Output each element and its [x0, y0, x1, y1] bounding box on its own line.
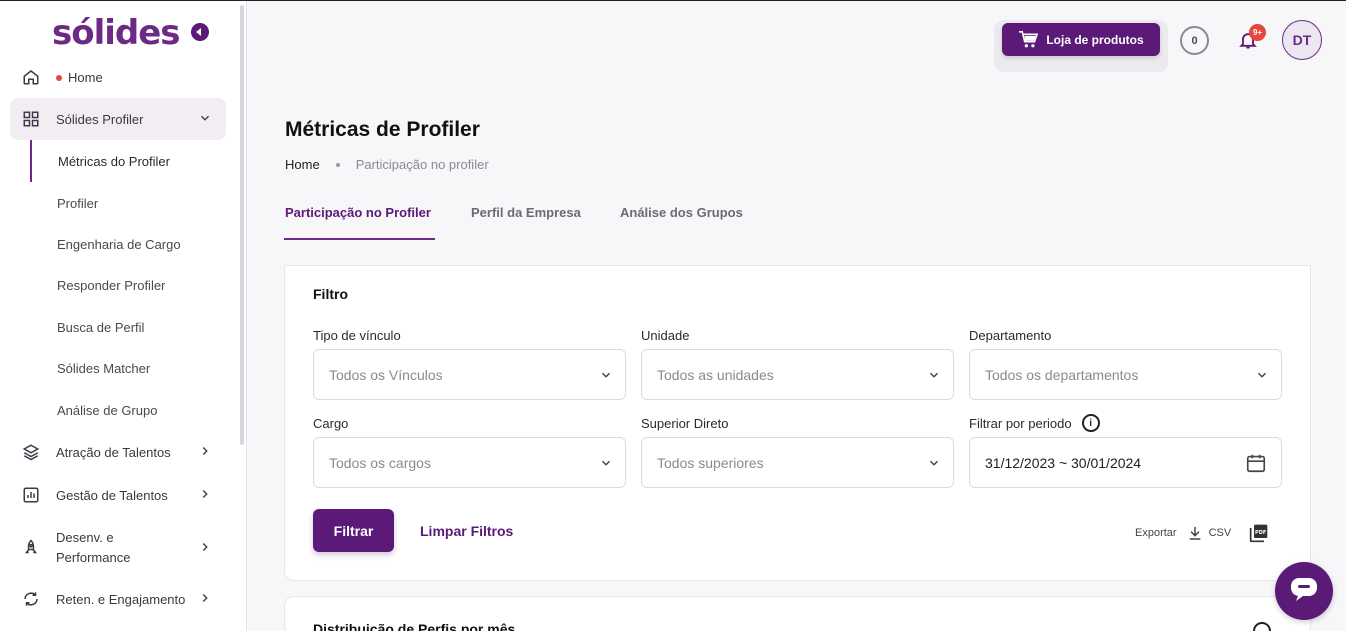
avatar[interactable]: DT: [1282, 20, 1322, 60]
sidebar-subitem-responder[interactable]: Responder Profiler: [30, 264, 220, 306]
cargo-select-value: Todos os cargos: [329, 454, 431, 471]
tab-perfil-empresa[interactable]: Perfil da Empresa: [471, 205, 581, 220]
chat-bubble-icon: [1290, 576, 1318, 607]
sidebar-subitem-profiler[interactable]: Profiler: [30, 182, 220, 224]
sidebar-item-label: Gestão de Talentos: [56, 487, 168, 503]
pdf-icon[interactable]: PDF: [1249, 523, 1269, 543]
breadcrumb-home[interactable]: Home: [285, 157, 320, 172]
distribution-title: Distribuição de Perfis por mês: [313, 621, 516, 631]
breadcrumb-separator: [335, 162, 340, 167]
refresh-icon: [20, 588, 42, 610]
chevron-down-icon: [198, 111, 212, 128]
periodo-label-text: Filtrar por periodo: [969, 415, 1072, 431]
collapse-sidebar-icon[interactable]: [191, 23, 209, 41]
bar-chart-icon: [20, 484, 42, 506]
cart-icon: [1018, 30, 1039, 49]
active-tab-indicator: [284, 238, 435, 240]
grid-icon: [20, 108, 42, 130]
export-label: Exportar: [1135, 527, 1177, 539]
sidebar-item-label: Sólides Profiler: [56, 111, 144, 127]
vinculo-select[interactable]: Todos os Vínculos: [313, 349, 626, 400]
chevron-down-icon: [927, 368, 941, 385]
clear-filters-button[interactable]: Limpar Filtros: [420, 523, 513, 539]
chevron-down-icon: [927, 456, 941, 473]
superior-select[interactable]: Todos superiores: [641, 437, 954, 488]
filter-button[interactable]: Filtrar: [313, 509, 394, 552]
layers-icon: [20, 441, 42, 463]
tab-participacao[interactable]: Participação no Profiler: [285, 205, 431, 220]
chevron-right-icon: [198, 591, 212, 608]
vinculo-select-value: Todos os Vínculos: [329, 366, 443, 383]
unidade-select[interactable]: Todos as unidades: [641, 349, 954, 400]
download-icon[interactable]: [1187, 525, 1203, 541]
periodo-date-input[interactable]: 31/12/2023 ~ 30/01/2024: [969, 437, 1282, 488]
export-controls: Exportar CSV PDF: [1135, 523, 1269, 543]
sidebar-subitem-busca[interactable]: Busca de Perfil: [30, 306, 220, 348]
chat-support-button[interactable]: [1275, 562, 1333, 620]
filter-title: Filtro: [313, 286, 348, 302]
shop-button-label: Loja de produtos: [1046, 32, 1144, 47]
breadcrumb-current: Participação no profiler: [355, 157, 489, 172]
tab-analise-grupos[interactable]: Análise dos Grupos: [620, 205, 743, 220]
periodo-date-value: 31/12/2023 ~ 30/01/2024: [985, 454, 1142, 471]
cargo-label: Cargo: [313, 416, 349, 431]
logo-text: sólides: [52, 13, 181, 53]
solides-logo[interactable]: sólides: [52, 13, 181, 53]
departamento-select[interactable]: Todos os departamentos: [969, 349, 1282, 400]
calendar-icon[interactable]: [1245, 452, 1267, 477]
sidebar-item-label: Reten. e Engajamento: [56, 591, 186, 607]
chevron-down-icon: [599, 368, 613, 385]
superior-label: Superior Direto: [641, 416, 729, 431]
coins-counter[interactable]: 0: [1180, 26, 1209, 55]
sidebar-scrollbar[interactable]: [240, 5, 244, 445]
breadcrumb: Home Participação no profiler: [285, 157, 489, 172]
sidebar-item-label: Atração de Talentos: [56, 444, 171, 460]
sidebar-item-label: Home: [68, 69, 103, 85]
unidade-label: Unidade: [641, 328, 690, 343]
superior-select-value: Todos superiores: [657, 454, 764, 471]
export-csv-button[interactable]: CSV: [1209, 527, 1232, 539]
page-title: Métricas de Profiler: [285, 118, 480, 141]
vinculo-label: Tipo de vínculo: [313, 328, 401, 343]
chevron-right-icon: [198, 444, 212, 461]
cargo-select[interactable]: Todos os cargos: [313, 437, 626, 488]
sidebar-subitem-metricas[interactable]: Métricas do Profiler: [30, 140, 220, 182]
notification-badge: 9+: [1249, 24, 1266, 41]
departamento-label: Departamento: [969, 328, 1052, 343]
home-indicator-dot: [56, 75, 62, 82]
shop-products-button[interactable]: Loja de produtos: [1002, 23, 1160, 56]
sidebar-subitem-engenharia[interactable]: Engenharia de Cargo: [30, 223, 220, 265]
sidebar-item-retencao[interactable]: Reten. e Engajamento: [10, 578, 226, 620]
sidebar-item-gestao[interactable]: Gestão de Talentos: [10, 474, 226, 516]
chevron-down-icon: [1255, 368, 1269, 385]
departamento-select-value: Todos os departamentos: [985, 366, 1139, 383]
sidebar-subitem-analise[interactable]: Análise de Grupo: [30, 389, 220, 431]
chevron-right-icon: [198, 540, 212, 557]
rocket-icon: [20, 537, 42, 559]
info-icon[interactable]: i: [1081, 414, 1100, 432]
sidebar-item-label: Desenv. e: [56, 530, 114, 545]
unidade-select-value: Todos as unidades: [657, 366, 774, 383]
periodo-label: Filtrar por periodo i: [969, 414, 1100, 432]
home-icon: [20, 66, 42, 88]
svg-text:PDF: PDF: [1255, 530, 1266, 536]
chevron-down-icon: [599, 456, 613, 473]
sidebar-item-atracao[interactable]: Atração de Talentos: [10, 431, 226, 473]
sidebar-item-home[interactable]: Home: [10, 56, 226, 98]
sidebar-item-label-line2: Performance: [56, 550, 131, 565]
chevron-right-icon: [198, 487, 212, 504]
sidebar-item-desenvolvimento[interactable]: Desenv. e Performance: [10, 525, 226, 571]
sidebar-subitem-matcher[interactable]: Sólides Matcher: [30, 347, 220, 389]
sidebar: sólides Home Sólides Profiler Métricas d…: [0, 1, 247, 631]
sidebar-item-solides-profiler[interactable]: Sólides Profiler: [10, 98, 226, 140]
